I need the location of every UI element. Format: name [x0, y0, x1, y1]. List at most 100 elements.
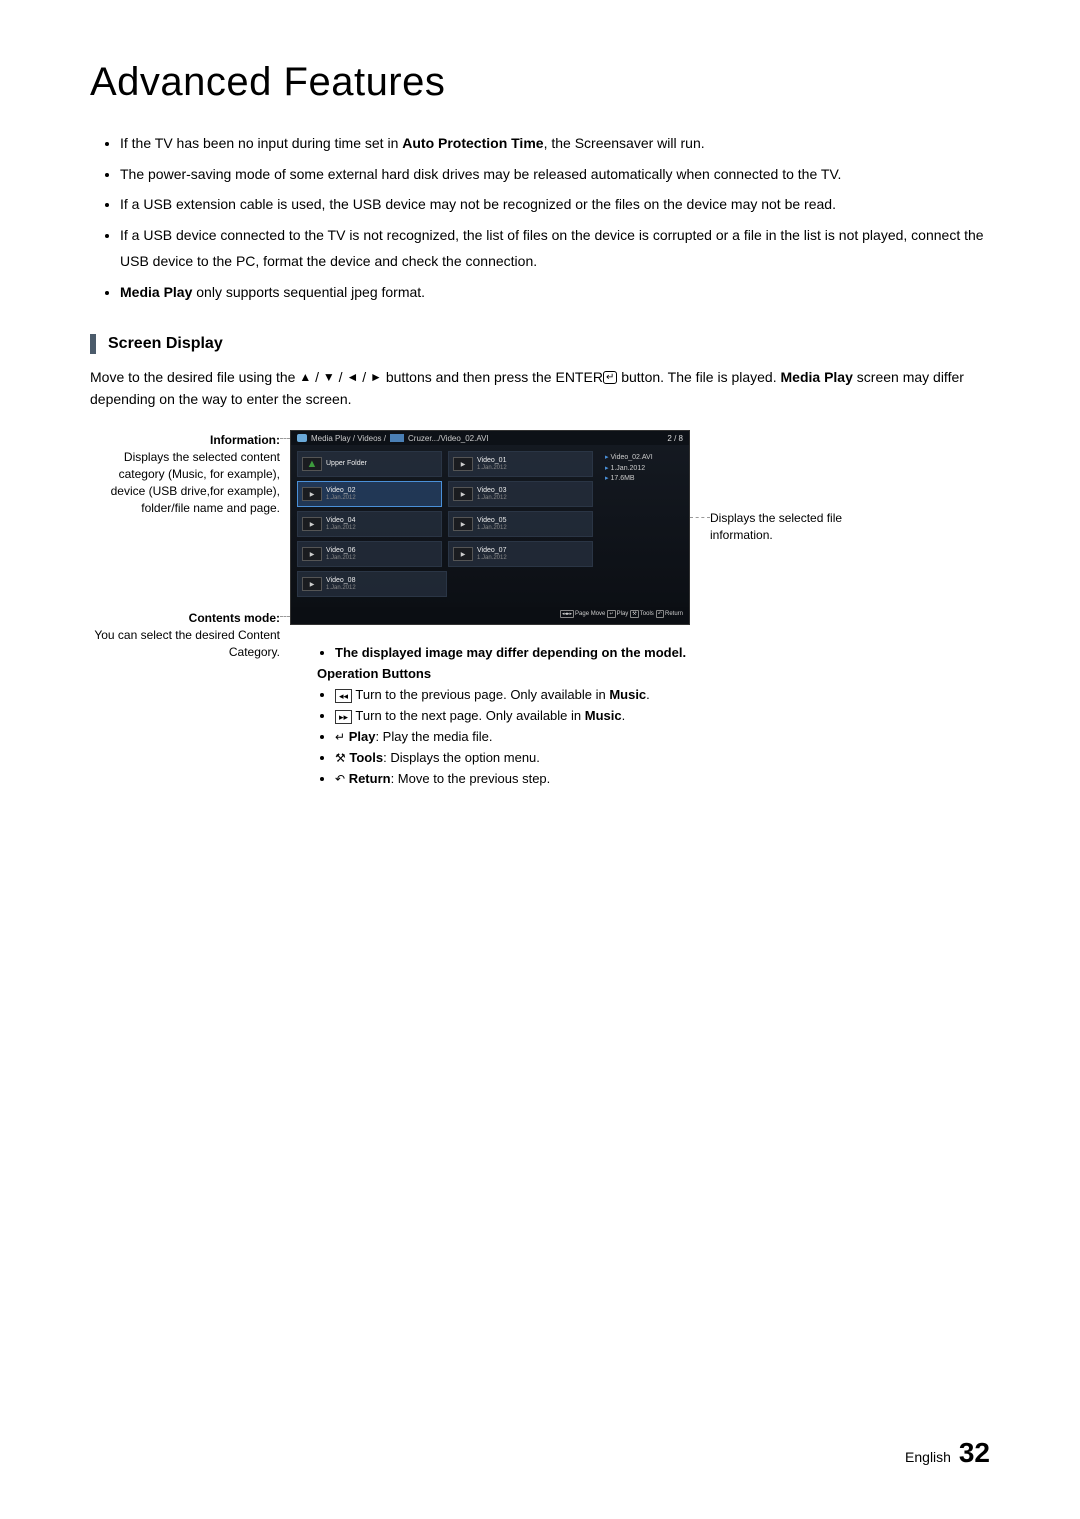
- thumbnail-icon: ▶: [453, 487, 473, 501]
- op-item: ⚒ Tools: Displays the option menu.: [335, 748, 686, 769]
- bullet-icon: ▸: [605, 475, 609, 482]
- footer-return[interactable]: ↶ Return: [656, 610, 683, 618]
- side-file-name: Video_02.AVI: [610, 454, 652, 461]
- text: buttons and then press the ENTER: [386, 369, 603, 385]
- callout-title: Information:: [210, 433, 280, 447]
- op-heading: Operation Buttons: [317, 666, 686, 681]
- side-file-date: 1.Jan.2012: [610, 465, 645, 472]
- tile-date: 1.Jan.2012: [326, 525, 356, 532]
- up-arrow-icon: ▲: [307, 458, 318, 470]
- page-indicator: 2 / 8: [667, 434, 683, 443]
- tile-name: Video_07: [477, 547, 507, 555]
- text-bold: Play: [349, 729, 376, 744]
- intro-item: The power-saving mode of some external h…: [120, 161, 1000, 188]
- section-title: Screen Display: [108, 335, 223, 353]
- op-item: ▸▸ Turn to the next page. Only available…: [335, 706, 686, 727]
- tile-date: 1.Jan.2012: [477, 465, 507, 472]
- thumbnail-icon: ▶: [453, 517, 473, 531]
- text-bold: Music: [609, 687, 646, 702]
- text: Move to the desired file using the: [90, 369, 299, 385]
- tile-date: 1.Jan.2012: [326, 495, 356, 502]
- tile-date: 1.Jan.2012: [477, 555, 507, 562]
- tile-date: 1.Jan.2012: [326, 555, 356, 562]
- text: button. The file is played.: [617, 369, 780, 385]
- text: Tools: [640, 611, 654, 617]
- tv-tile[interactable]: ▶ Video_071.Jan.2012: [448, 541, 593, 567]
- dashed-connector: [690, 517, 710, 518]
- text-bold: Media Play: [120, 284, 192, 300]
- text: only supports sequential jpeg format.: [192, 284, 425, 300]
- breadcrumb-text: Cruzer.../Video_02.AVI: [408, 434, 489, 443]
- text-bold: Music: [585, 708, 622, 723]
- text: : Play the media file.: [375, 729, 492, 744]
- thumbnail-icon: ▲: [302, 457, 322, 471]
- tools-icon: ⚒: [630, 610, 638, 618]
- dashed-connector: [280, 616, 290, 617]
- rewind-icon: ◂◂: [335, 689, 352, 703]
- up-arrow-icon: ▲: [299, 368, 311, 387]
- op-item: ↵ Play: Play the media file.: [335, 727, 686, 748]
- text-bold: Return: [349, 771, 391, 786]
- page-title: Advanced Features: [90, 60, 1000, 105]
- footer-page-number: 32: [959, 1437, 990, 1468]
- intro-item: If the TV has been no input during time …: [120, 130, 1000, 157]
- thumbnail-icon: ▶: [453, 547, 473, 561]
- tv-screenshot: Media Play / Videos / Cruzer.../Video_02…: [290, 430, 690, 625]
- footer-play[interactable]: ↵ Play: [607, 610, 628, 618]
- usb-icon: [390, 434, 404, 442]
- tv-tile[interactable]: ▶ Video_081.Jan.2012: [297, 571, 447, 597]
- tile-name: Upper Folder: [326, 460, 367, 468]
- figure-area: Information: Displays the selected conte…: [90, 430, 990, 780]
- tools-icon: ⚒: [335, 751, 346, 765]
- callout-body: Displays the selected content category (…: [90, 449, 280, 516]
- tv-tile[interactable]: ▶ Video_061.Jan.2012: [297, 541, 442, 567]
- tile-name: Video_03: [477, 487, 507, 495]
- tile-name: Video_05: [477, 517, 507, 525]
- tv-footer: ◂◂▸▸ Page Move ↵ Play ⚒ Tools ↶ Return: [291, 607, 689, 621]
- text: Page Move: [575, 611, 605, 617]
- tv-body: ▲ Upper Folder ▶ Video_011.Jan.2012 ▶ Vi…: [291, 445, 689, 607]
- text: Return: [665, 611, 683, 617]
- text: : Move to the previous step.: [391, 771, 551, 786]
- tv-tile[interactable]: ▶ Video_041.Jan.2012: [297, 511, 442, 537]
- section-bar-icon: [90, 334, 96, 354]
- left-arrow-icon: ◄: [346, 368, 358, 387]
- footer-tools[interactable]: ⚒ Tools: [630, 610, 654, 618]
- side-file-size: 17.6MB: [610, 475, 634, 482]
- footer-page-move[interactable]: ◂◂▸▸ Page Move: [560, 610, 605, 618]
- tv-side-info: ▸ Video_02.AVI ▸ 1.Jan.2012 ▸ 17.6MB: [599, 445, 689, 607]
- thumbnail-icon: ▶: [302, 547, 322, 561]
- tile-date: 1.Jan.2012: [326, 585, 356, 592]
- callout-title: Contents mode:: [189, 611, 280, 625]
- callout-body: Displays the selected file information.: [710, 510, 890, 544]
- return-icon: ↶: [335, 772, 345, 786]
- enter-icon: ↵: [335, 730, 345, 744]
- op-note: The displayed image may differ depending…: [335, 645, 686, 660]
- tv-tile-upper-folder[interactable]: ▲ Upper Folder: [297, 451, 442, 477]
- text: Turn to the previous page. Only availabl…: [352, 687, 609, 702]
- breadcrumb-text: Media Play / Videos /: [311, 434, 386, 443]
- cloud-icon: [297, 434, 307, 442]
- text: Turn to the next page. Only available in: [352, 708, 585, 723]
- callout-file-info: Displays the selected file information.: [710, 510, 890, 544]
- text-bold: Tools: [349, 750, 383, 765]
- section-header: Screen Display: [90, 334, 1000, 354]
- forward-icon: ▸▸: [335, 710, 352, 724]
- tv-tile[interactable]: ▶ Video_031.Jan.2012: [448, 481, 593, 507]
- callout-body: You can select the desired Content Categ…: [90, 627, 280, 661]
- text: If the TV has been no input during time …: [120, 135, 402, 151]
- section-description: Move to the desired file using the ▲ / ▼…: [90, 366, 1000, 411]
- tv-tile[interactable]: ▶ Video_011.Jan.2012: [448, 451, 593, 477]
- dashed-connector: [280, 438, 290, 439]
- intro-item: If a USB device connected to the TV is n…: [120, 222, 1000, 275]
- thumbnail-icon: ▶: [302, 517, 322, 531]
- tile-date: 1.Jan.2012: [477, 525, 507, 532]
- text-bold: Auto Protection Time: [402, 135, 543, 151]
- text-bold: The displayed image may differ depending…: [335, 645, 686, 660]
- down-arrow-icon: ▼: [323, 368, 335, 387]
- return-icon: ↶: [656, 610, 664, 618]
- tv-tile-selected[interactable]: ▶ Video_021.Jan.2012: [297, 481, 442, 507]
- tv-tile[interactable]: ▶ Video_051.Jan.2012: [448, 511, 593, 537]
- right-arrow-icon: ►: [370, 368, 382, 387]
- intro-item: Media Play only supports sequential jpeg…: [120, 279, 1000, 306]
